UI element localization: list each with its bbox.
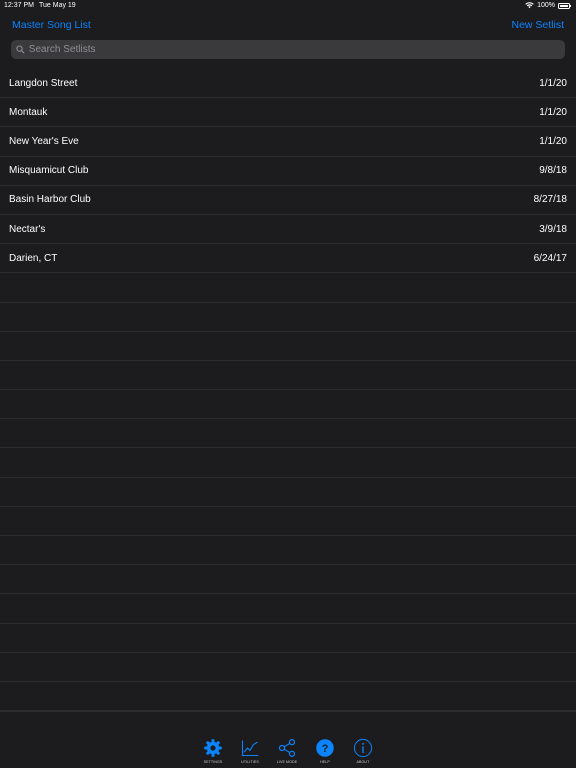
- help-button[interactable]: ? HELP: [309, 738, 341, 764]
- setlist-name: Montauk: [9, 106, 48, 118]
- list-item[interactable]: New Year's Eve 1/1/20: [0, 127, 576, 157]
- setlist-date: 8/27/18: [533, 194, 567, 206]
- settings-label: SETTINGS: [203, 760, 223, 764]
- empty-row: [0, 361, 576, 391]
- status-bar: 12:37 PM Tue May 19 100%: [0, 0, 576, 12]
- live-mode-label: LIVE MODE: [276, 760, 298, 764]
- empty-row: [0, 507, 576, 536]
- empty-row: [0, 390, 576, 420]
- about-button[interactable]: ABOUT: [347, 738, 379, 764]
- battery-percent: 100%: [537, 2, 555, 9]
- setlist-name: Darien, CT: [9, 252, 58, 264]
- master-song-list-button[interactable]: Master Song List: [12, 19, 91, 31]
- utilities-label: UTILITIES: [241, 760, 259, 764]
- share-nodes-icon: [278, 739, 296, 757]
- empty-row: [0, 478, 576, 507]
- help-icon: ?: [316, 739, 334, 757]
- info-icon: [353, 738, 373, 758]
- search-icon: [16, 45, 25, 54]
- empty-row: [0, 303, 576, 332]
- utilities-button[interactable]: UTILITIES: [234, 738, 266, 764]
- about-label: ABOUT: [356, 760, 370, 764]
- setlist-date: 6/24/17: [533, 252, 567, 264]
- settings-button[interactable]: SETTINGS: [197, 738, 229, 764]
- list-item[interactable]: Montauk 1/1/20: [0, 98, 576, 128]
- setlist-name: Nectar's: [9, 223, 46, 235]
- list-item[interactable]: Misquamicut Club 9/8/18: [0, 157, 576, 186]
- search-bar[interactable]: [11, 40, 565, 59]
- list-item[interactable]: Basin Harbor Club 8/27/18: [0, 186, 576, 215]
- status-right: 100%: [525, 2, 571, 9]
- empty-row: [0, 565, 576, 595]
- setlist-name: Misquamicut Club: [9, 165, 89, 177]
- setlist-date: 3/9/18: [539, 223, 567, 235]
- battery-icon: [558, 2, 571, 9]
- chart-line-icon: [241, 740, 259, 757]
- wifi-icon: [525, 2, 534, 9]
- svg-text:?: ?: [322, 743, 329, 755]
- search-input[interactable]: [28, 44, 565, 55]
- setlist-date: 1/1/20: [539, 135, 567, 147]
- setlist-name: Langdon Street: [9, 77, 78, 89]
- setlist-date: 9/8/18: [539, 165, 567, 177]
- setlist-name: Basin Harbor Club: [9, 194, 91, 206]
- empty-row: [0, 448, 576, 478]
- status-date: Tue May 19: [39, 2, 76, 9]
- empty-row: [0, 332, 576, 361]
- list-item[interactable]: Langdon Street 1/1/20: [0, 69, 576, 99]
- setlist-date: 1/1/20: [539, 106, 567, 118]
- live-mode-button[interactable]: LIVE MODE: [271, 738, 303, 764]
- empty-row: [0, 682, 576, 712]
- empty-row: [0, 653, 576, 682]
- setlist-list: Langdon Street 1/1/20 Montauk 1/1/20 New…: [0, 69, 576, 712]
- empty-row: [0, 594, 576, 624]
- setlist-date: 1/1/20: [539, 77, 567, 89]
- empty-row: [0, 273, 576, 303]
- bottom-toolbar: SETTINGS UTILITIES LIVE MODE ? HELP ABOU…: [0, 711, 576, 768]
- new-setlist-button[interactable]: New Setlist: [511, 19, 564, 31]
- list-item[interactable]: Nectar's 3/9/18: [0, 215, 576, 245]
- list-item[interactable]: Darien, CT 6/24/17: [0, 244, 576, 274]
- status-time: 12:37 PM: [4, 2, 34, 9]
- gear-icon: [204, 739, 222, 757]
- help-label: HELP: [320, 760, 330, 764]
- empty-row: [0, 536, 576, 566]
- setlist-name: New Year's Eve: [9, 135, 79, 147]
- empty-row: [0, 624, 576, 653]
- empty-row: [0, 419, 576, 449]
- navigation-bar: Master Song List New Setlist: [0, 12, 576, 70]
